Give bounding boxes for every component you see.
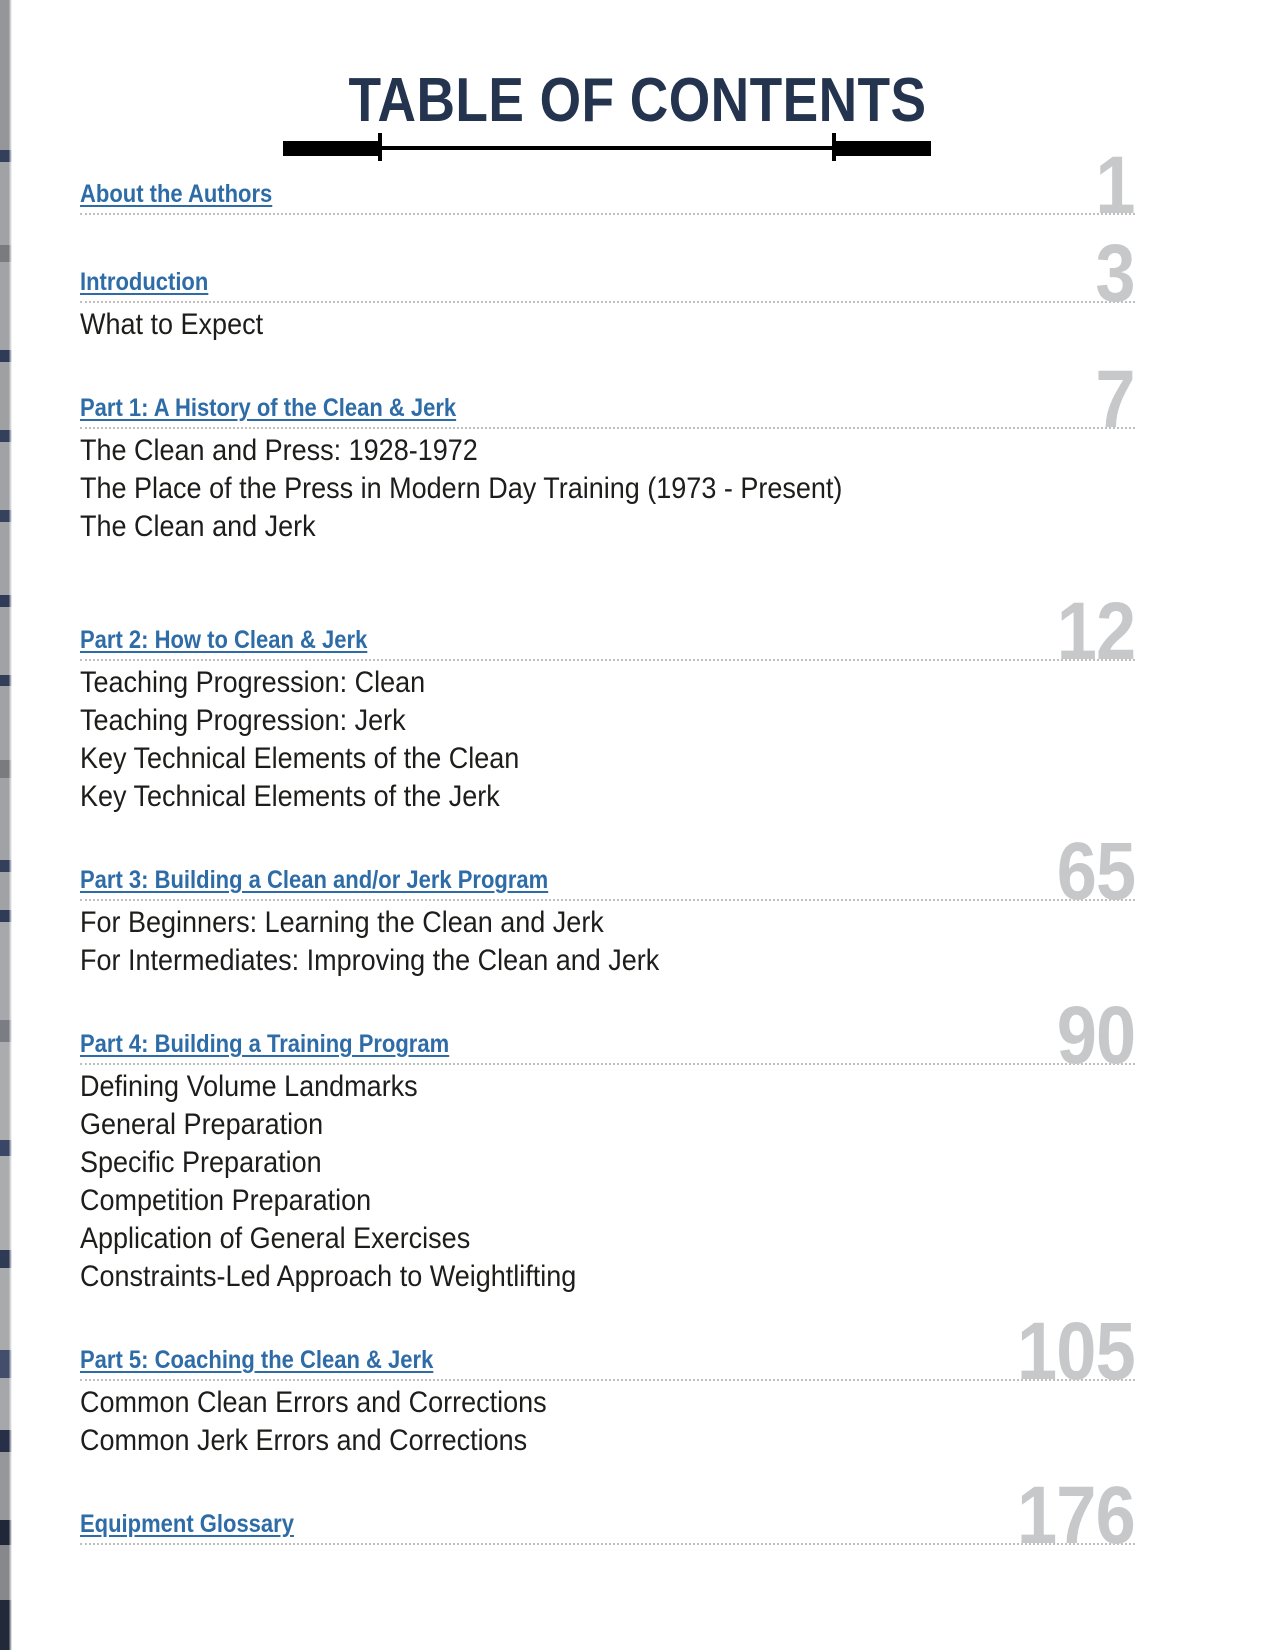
toc-subitem[interactable]: Application of General Exercises [80,1220,1030,1258]
toc-section-link[interactable]: Equipment Glossary [80,1508,294,1540]
toc-subitem[interactable]: The Clean and Press: 1928-1972 [80,432,1030,470]
toc-section: Part 2: How to Clean & Jerk 12 Teaching Pr… [80,591,1136,816]
toc-subitem-list: Teaching Progression: Clean Teaching Prog… [80,664,1135,816]
toc-section-link[interactable]: Part 5: Coaching the Clean & Jerk [80,1344,433,1376]
toc-subitem-list: Defining Volume Landmarks General Prepara… [80,1068,1135,1296]
toc-subitem[interactable]: For Intermediates: Improving the Clean a… [80,942,1030,980]
page-number: 12 [1056,586,1135,677]
toc-subitem-list: The Clean and Press: 1928-1972 The Place … [80,432,1135,546]
toc-heading-row: Part 2: How to Clean & Jerk 12 [80,591,1136,673]
barbell-collar-left [378,133,382,161]
toc-subitem-list: For Beginners: Learning the Clean and Je… [80,904,1135,980]
toc-subitem[interactable]: The Clean and Jerk [80,508,1030,546]
toc-section: Part 5: Coaching the Clean & Jerk 105 Comm… [80,1311,1136,1460]
page-number: 65 [1056,826,1135,917]
barbell-collar-right [832,133,836,161]
toc-subitem-list: Common Clean Errors and Corrections Commo… [80,1384,1135,1460]
toc-subitem[interactable]: The Place of the Press in Modern Day Tra… [80,470,1030,508]
page-number: 176 [1017,1470,1136,1561]
toc-subitem[interactable]: Common Jerk Errors and Corrections [80,1422,1030,1460]
toc-subitem-list: What to Expect [80,306,1135,344]
barbell-plate-left [283,141,381,156]
dotted-leader [80,301,1135,303]
toc-heading-row: Part 3: Building a Clean and/or Jerk Pro… [80,831,1136,913]
toc-heading-row: Part 5: Coaching the Clean & Jerk 105 [80,1311,1136,1393]
toc-section-link[interactable]: About the Authors [80,178,272,210]
dotted-leader [80,427,1135,429]
barbell-bar [379,146,835,150]
barbell-icon [283,133,931,161]
barbell-plate-right [833,141,931,156]
page-number: 105 [1017,1306,1136,1397]
table-of-contents-list: About the Authors 1 Introduction 3 What to E… [80,145,1136,1557]
toc-heading-row: Equipment Glossary 176 [80,1475,1136,1557]
toc-section: About the Authors 1 [80,145,1136,227]
toc-subitem[interactable]: Constraints-Led Approach to Weightliftin… [80,1258,1030,1296]
toc-heading-row: About the Authors 1 [80,145,1136,227]
toc-section: Introduction 3 What to Expect [80,233,1136,344]
toc-subitem[interactable]: For Beginners: Learning the Clean and Je… [80,904,1030,942]
toc-subitem[interactable]: Key Technical Elements of the Jerk [80,778,1030,816]
dotted-leader [80,213,1135,215]
toc-subitem[interactable]: What to Expect [80,306,1030,344]
toc-subitem[interactable]: General Preparation [80,1106,1030,1144]
toc-heading-row: Part 1: A History of the Clean & Jerk 7 [80,359,1136,441]
page-number: 1 [1095,140,1136,231]
toc-heading-row: Introduction 3 [80,233,1136,315]
dotted-leader [80,899,1135,901]
toc-subitem[interactable]: Teaching Progression: Clean [80,664,1030,702]
toc-subitem[interactable]: Teaching Progression: Jerk [80,702,1030,740]
toc-section: Part 1: A History of the Clean & Jerk 7 Th… [80,359,1136,546]
toc-subitem[interactable]: Key Technical Elements of the Clean [80,740,1030,778]
toc-section-link[interactable]: Part 3: Building a Clean and/or Jerk Pro… [80,864,548,896]
toc-subitem[interactable]: Common Clean Errors and Corrections [80,1384,1030,1422]
dotted-leader [80,659,1135,661]
toc-section-link[interactable]: Part 2: How to Clean & Jerk [80,624,367,656]
page-title: TABLE OF CONTENTS [348,66,927,135]
toc-subitem[interactable]: Competition Preparation [80,1182,1030,1220]
toc-section-link[interactable]: Part 1: A History of the Clean & Jerk [80,392,456,424]
toc-section: Equipment Glossary 176 [80,1475,1136,1557]
page-number: 3 [1095,228,1136,319]
toc-subitem[interactable]: Defining Volume Landmarks [80,1068,1030,1106]
dotted-leader [80,1063,1135,1065]
page-number: 90 [1056,990,1135,1081]
toc-heading-row: Part 4: Building a Training Program 90 [80,995,1136,1077]
toc-section-link[interactable]: Part 4: Building a Training Program [80,1028,449,1060]
toc-section: Part 3: Building a Clean and/or Jerk Pro… [80,831,1136,980]
toc-section-link[interactable]: Introduction [80,266,208,298]
toc-header: TABLE OF CONTENTS [0,0,1275,132]
toc-subitem[interactable]: Specific Preparation [80,1144,1030,1182]
page-number: 7 [1095,354,1136,445]
toc-section: Part 4: Building a Training Program 90 Def… [80,995,1136,1296]
book-spine-edge [0,0,12,1650]
dotted-leader [80,1543,1135,1545]
dotted-leader [80,1379,1135,1381]
